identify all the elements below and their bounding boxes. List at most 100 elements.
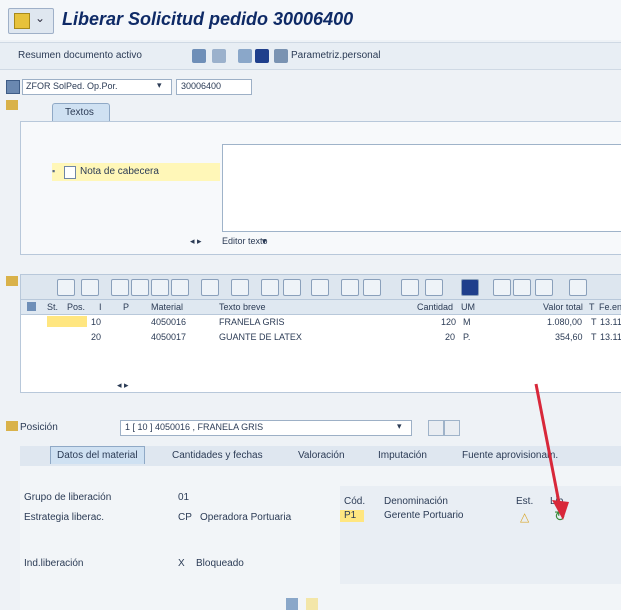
notes-icon[interactable] — [306, 598, 318, 610]
cell-t: T — [591, 317, 597, 327]
tab-textos[interactable]: Textos — [52, 103, 110, 122]
grid-menu-icon[interactable] — [27, 302, 36, 311]
tab-textos-label: Textos — [65, 107, 94, 118]
col-um[interactable]: UM — [461, 302, 475, 312]
col-texto[interactable]: Texto breve — [219, 302, 266, 312]
text-editor-area[interactable] — [222, 144, 621, 232]
expand-icon: ▪ — [52, 166, 56, 176]
collapse-icon[interactable] — [6, 100, 18, 110]
view-icon[interactable] — [341, 279, 359, 296]
more-icon[interactable] — [569, 279, 587, 296]
filter-icon[interactable] — [171, 279, 189, 296]
col-estado: Est. — [516, 496, 534, 507]
change-icon[interactable] — [401, 279, 419, 296]
collapse-items-icon[interactable] — [6, 276, 18, 286]
col-p[interactable]: P — [123, 302, 129, 312]
estrategia-code: CP — [178, 512, 192, 523]
arrow-down-icon[interactable] — [444, 420, 460, 436]
col-pos[interactable]: Pos. — [67, 302, 85, 312]
page-title: Liberar Solicitud pedido 30006400 — [62, 9, 354, 29]
settings-icon[interactable] — [274, 49, 288, 63]
arrow-up-icon[interactable] — [428, 420, 444, 436]
document-list-icon[interactable] — [425, 279, 443, 296]
release-icon[interactable]: ↻ — [554, 508, 566, 525]
sort-desc-icon[interactable] — [131, 279, 149, 296]
chevron-down-icon: ▾ — [397, 421, 402, 431]
cell-um: M — [463, 317, 471, 327]
ind-label: Ind.liberación — [24, 558, 84, 569]
estrategia-label: Estrategia liberac. — [24, 512, 105, 523]
graphic-icon[interactable] — [311, 279, 329, 296]
cell-valor: 354,60 — [555, 332, 583, 342]
document-icon — [6, 80, 20, 94]
history-icon[interactable] — [535, 279, 553, 296]
chevron-down-icon: ▾ — [157, 80, 162, 90]
cell-pos: 20 — [91, 332, 102, 342]
tab-cantidades-fechas[interactable]: Cantidades y fechas — [172, 450, 263, 461]
details-icon[interactable] — [57, 279, 75, 296]
parametrization-button[interactable]: Parametriz.personal — [291, 50, 380, 61]
cell-texto: FRANELA GRIS — [219, 317, 285, 327]
doc-number-value: 30006400 — [181, 81, 222, 91]
app-menu-button[interactable]: ⌄ — [8, 8, 54, 34]
row-selection[interactable] — [47, 316, 87, 327]
doc-number-field[interactable]: 30006400 — [176, 79, 252, 95]
summary-button[interactable]: Resumen documento activo — [18, 50, 142, 61]
item-select[interactable]: 1 [ 10 ] 4050016 , FRANELA GRIS ▾ — [120, 420, 412, 436]
tab-valoracion[interactable]: Valoración — [298, 450, 345, 461]
col-st[interactable]: St. — [47, 302, 58, 312]
col-material[interactable]: Material — [151, 302, 183, 312]
col-valor[interactable]: Valor total — [543, 302, 583, 312]
cell-valor: 1.080,00 — [547, 317, 583, 327]
col-t[interactable]: T — [589, 302, 595, 312]
col-cantidad[interactable]: Cantidad — [417, 302, 453, 312]
detail-tabs: Datos del material Cantidades y fechas V… — [20, 446, 621, 467]
glasses-icon[interactable] — [238, 49, 252, 63]
col-fecha[interactable]: Fe.en — [599, 302, 621, 312]
tab-datos-material[interactable]: Datos del material — [50, 446, 145, 464]
dropdown-icon: ⌄ — [35, 11, 46, 25]
item-detail-bar: Posición 1 [ 10 ] 4050016 , FRANELA GRIS… — [0, 416, 621, 440]
release-code: P1 — [344, 510, 357, 521]
collapse-detail-icon[interactable] — [6, 421, 18, 431]
text-item-nota-cabecera[interactable]: ▪ Nota de cabecera — [52, 163, 220, 181]
grupo-value: 01 — [178, 492, 190, 503]
doc-type-select[interactable]: ZFOR SolPed. Op.Por. ▾ — [22, 79, 172, 95]
nav-arrows-icon[interactable]: ◂ ▸ — [190, 236, 202, 247]
scroll-arrows-icon[interactable]: ◂ ▸ — [117, 380, 129, 391]
table-header: St. Pos. I P Material Texto breve Cantid… — [21, 300, 621, 315]
cell-t: T — [591, 332, 597, 342]
sort-asc-icon[interactable] — [111, 279, 129, 296]
item-label: Posición — [20, 422, 58, 433]
tools-icon[interactable] — [192, 49, 206, 63]
cell-material: 4050017 — [151, 332, 187, 342]
info-icon[interactable] — [255, 49, 269, 63]
items-toolbar — [20, 274, 621, 300]
application-toolbar: Resumen documento activo Parametriz.pers… — [0, 42, 621, 70]
print-icon[interactable] — [231, 279, 249, 296]
refresh-icon[interactable] — [513, 279, 531, 296]
pen-icon[interactable] — [212, 49, 226, 63]
copy-icon[interactable] — [363, 279, 381, 296]
warning-icon: △ — [520, 510, 530, 524]
export-icon[interactable] — [283, 279, 301, 296]
select-all-icon[interactable] — [81, 279, 99, 296]
note-icon — [64, 166, 76, 179]
sum-icon[interactable] — [201, 279, 219, 296]
col-liberar: Lib. — [550, 496, 567, 507]
settings-icon[interactable] — [493, 279, 511, 296]
item-select-value: 1 [ 10 ] 4050016 , FRANELA GRIS — [125, 422, 264, 432]
find-icon[interactable] — [151, 279, 169, 296]
estrategia-desc: Operadora Portuaria — [200, 512, 292, 523]
info-icon[interactable] — [461, 279, 479, 296]
app-icon — [14, 13, 30, 29]
cell-pos: 10 — [91, 317, 102, 327]
editor-select[interactable]: Editor texto — [222, 236, 268, 246]
tab-imputacion[interactable]: Imputación — [378, 450, 427, 461]
cell-fecha: 13.11 — [600, 317, 621, 327]
col-i[interactable]: I — [99, 302, 102, 312]
release-name: Gerente Portuario — [384, 510, 464, 521]
layout-icon[interactable] — [261, 279, 279, 296]
tab-fuente-aprovisionam[interactable]: Fuente aprovisionam. — [462, 450, 558, 461]
detail-tool-icon[interactable] — [286, 598, 298, 610]
